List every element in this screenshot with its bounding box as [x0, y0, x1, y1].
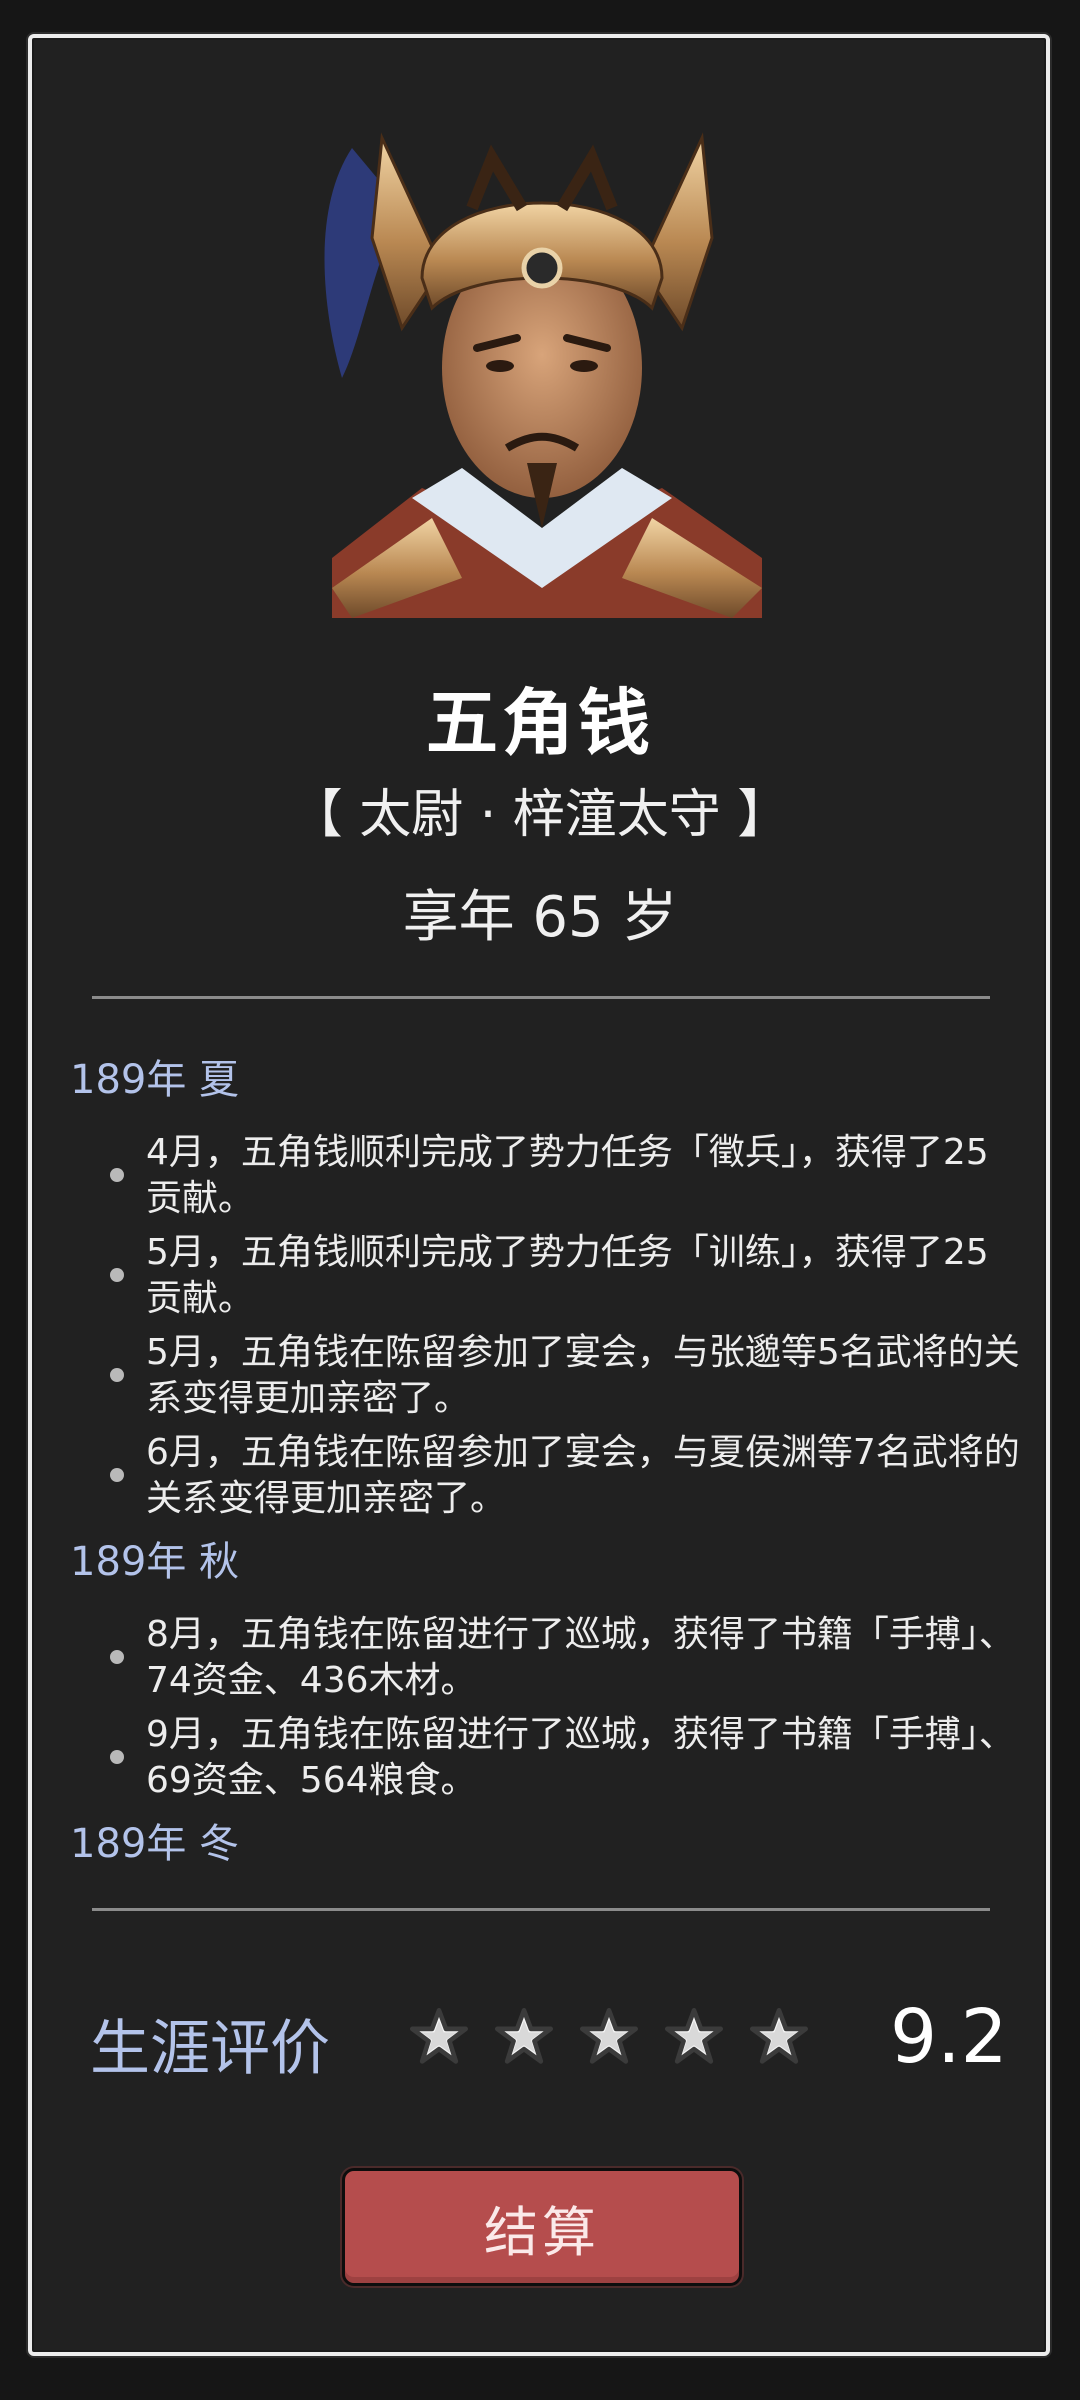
log-entry-text: 4月，五角钱顺利完成了势力任务「徵兵」，获得了25贡献。 [146, 1132, 989, 1219]
settle-button[interactable]: 结算 [342, 2168, 742, 2286]
log-entry: 5月，五角钱顺利完成了势力任务「训练」，获得了25贡献。 [70, 1230, 1020, 1322]
log-entry: 5月，五角钱在陈留参加了宴会，与张邈等5名武将的关系变得更加亲密了。 [70, 1330, 1020, 1422]
bullet-icon [110, 1368, 124, 1382]
bullet-icon [110, 1650, 124, 1664]
log-entry: 4月，五角钱顺利完成了势力任务「徵兵」，获得了25贡献。 [70, 1130, 1020, 1222]
career-score: 9.2 [890, 1994, 1008, 2080]
season-header: 189年 冬 [70, 1821, 240, 1867]
log-entry-text: 8月，五角钱在陈留进行了巡城，获得了书籍「手搏」、74资金、436木材。 [146, 1614, 1015, 1701]
general-portrait [292, 118, 788, 618]
log-entry-text: 5月，五角钱在陈留参加了宴会，与张邈等5名武将的关系变得更加亲密了。 [146, 1332, 1020, 1419]
general-name: 五角钱 [425, 681, 654, 765]
star-icon [495, 2008, 553, 2066]
season-block: 189年 冬 [70, 1820, 1020, 1868]
log-entry-text: 6月，五角钱在陈留参加了宴会，与夏侯渊等7名武将的关系变得更加亲密了。 [146, 1432, 1020, 1519]
rating-stars [410, 2008, 808, 2066]
bullet-icon [110, 1750, 124, 1764]
log-entry: 9月，五角钱在陈留进行了巡城，获得了书籍「手搏」、69资金、564粮食。 [70, 1712, 1020, 1804]
general-titles: 【 太尉 · 梓潼太守 】 [290, 785, 790, 845]
star-icon [580, 2008, 638, 2066]
star-icon [750, 2008, 808, 2066]
season-block: 189年 夏 4月，五角钱顺利完成了势力任务「徵兵」，获得了25贡献。 5月，五… [70, 1056, 1020, 1522]
log-entry-text: 9月，五角钱在陈留进行了巡城，获得了书籍「手搏」、69资金、564粮食。 [146, 1714, 1015, 1801]
bullet-icon [110, 1468, 124, 1482]
bullet-icon [110, 1168, 124, 1182]
season-block: 189年 秋 8月，五角钱在陈留进行了巡城，获得了书籍「手搏」、74资金、436… [70, 1538, 1020, 1804]
career-rating-label: 生涯评价 [90, 2014, 330, 2084]
star-icon [665, 2008, 723, 2066]
star-icon [410, 2008, 468, 2066]
season-header: 189年 秋 [70, 1539, 240, 1585]
log-entry: 8月，五角钱在陈留进行了巡城，获得了书籍「手搏」、74资金、436木材。 [70, 1612, 1020, 1704]
season-header: 189年 夏 [70, 1057, 240, 1103]
bullet-icon [110, 1268, 124, 1282]
general-age: 享年 65 岁 [402, 885, 678, 950]
log-entry: 6月，五角钱在陈留参加了宴会，与夏侯渊等7名武将的关系变得更加亲密了。 [70, 1430, 1020, 1522]
career-log[interactable]: 189年 夏 4月，五角钱顺利完成了势力任务「徵兵」，获得了25贡献。 5月，五… [70, 1040, 1020, 1880]
divider-bottom [92, 1908, 990, 1911]
divider-top [92, 996, 990, 999]
log-entry-text: 5月，五角钱顺利完成了势力任务「训练」，获得了25贡献。 [146, 1232, 989, 1319]
